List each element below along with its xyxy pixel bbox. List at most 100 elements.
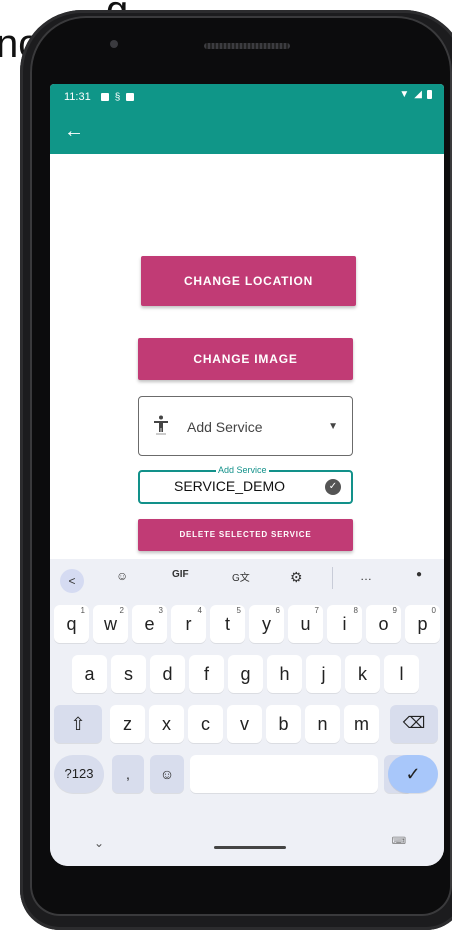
- check-circle-icon[interactable]: ✓: [325, 479, 341, 495]
- comma-key[interactable]: ,: [112, 755, 144, 793]
- key-number-hint: 0: [431, 606, 436, 615]
- key-k[interactable]: k: [345, 655, 380, 693]
- key-label: j: [321, 664, 326, 684]
- key-l[interactable]: l: [384, 655, 419, 693]
- service-name-input[interactable]: [174, 478, 314, 494]
- keyboard-back-icon[interactable]: <: [60, 569, 84, 593]
- key-number-hint: 3: [158, 606, 163, 615]
- space-key[interactable]: [190, 755, 378, 793]
- key-number-hint: 1: [80, 606, 85, 615]
- navigation-bar: ⌄ ⌨: [50, 826, 444, 866]
- notification-clipboard-icon: [126, 93, 135, 101]
- settings-gear-icon[interactable]: ⚙: [290, 569, 303, 586]
- key-n[interactable]: n: [305, 705, 340, 743]
- key-label: i: [342, 614, 347, 634]
- microphone-icon[interactable]: ●: [416, 569, 422, 580]
- key-w[interactable]: w2: [93, 605, 128, 643]
- key-label: q: [66, 614, 77, 634]
- key-label: p: [417, 614, 428, 634]
- key-label: w: [104, 614, 117, 634]
- key-label: t: [224, 614, 230, 634]
- key-v[interactable]: v: [227, 705, 262, 743]
- dropdown-arrow-icon: ▼: [328, 421, 338, 432]
- symbols-key[interactable]: ?123: [54, 755, 104, 793]
- sticker-icon[interactable]: ☺: [116, 569, 128, 583]
- key-label: o: [378, 614, 389, 634]
- system-icons: ▼ ◢: [399, 89, 432, 100]
- key-y[interactable]: y6: [249, 605, 284, 643]
- key-c[interactable]: c: [188, 705, 223, 743]
- delete-service-button[interactable]: DELETE SELECTED SERVICE: [138, 519, 353, 551]
- accessibility-icon: [153, 415, 169, 440]
- key-q[interactable]: q1: [54, 605, 89, 643]
- key-label: g: [240, 664, 251, 684]
- service-dropdown[interactable]: Add Service ▼: [138, 396, 353, 456]
- key-label: c: [201, 714, 210, 734]
- key-b[interactable]: b: [266, 705, 301, 743]
- keyboard-switch-icon[interactable]: ⌨: [392, 836, 406, 847]
- key-number-hint: 5: [236, 606, 241, 615]
- key-a[interactable]: a: [72, 655, 107, 693]
- key-x[interactable]: x: [149, 705, 184, 743]
- change-location-button[interactable]: CHANGE LOCATION: [141, 256, 356, 306]
- key-label: k: [358, 664, 367, 684]
- key-label: u: [300, 614, 311, 634]
- key-number-hint: 4: [197, 606, 202, 615]
- key-label: r: [185, 614, 192, 634]
- toolbar-divider: [332, 567, 333, 589]
- key-r[interactable]: r4: [171, 605, 206, 643]
- key-label: m: [354, 714, 369, 734]
- key-f[interactable]: f: [189, 655, 224, 693]
- key-d[interactable]: d: [150, 655, 185, 693]
- app-bar: ←: [50, 110, 444, 154]
- key-label: a: [84, 664, 95, 684]
- keyboard-toolbar: < ☺ GIF G文 ⚙ … ●: [50, 559, 444, 599]
- enter-key[interactable]: ✓: [388, 755, 438, 793]
- key-m[interactable]: m: [344, 705, 379, 743]
- battery-icon: [427, 90, 432, 99]
- status-time: 11:31: [64, 91, 91, 103]
- key-label: l: [399, 664, 404, 684]
- key-label: e: [144, 614, 155, 634]
- soft-keyboard: < ☺ GIF G文 ⚙ … ● q1w2e3r4t5y6u7i8o9p0 as…: [50, 559, 444, 866]
- service-name-field[interactable]: Add Service ✓: [138, 465, 353, 504]
- back-arrow-icon[interactable]: ←: [64, 120, 84, 142]
- notification-icons: §: [100, 92, 135, 103]
- key-number-hint: 7: [314, 606, 319, 615]
- key-i[interactable]: i8: [327, 605, 362, 643]
- key-label: f: [203, 664, 209, 684]
- key-u[interactable]: u7: [288, 605, 323, 643]
- home-gesture-bar[interactable]: [214, 846, 286, 849]
- wifi-icon: ▼: [399, 89, 410, 100]
- key-g[interactable]: g: [228, 655, 263, 693]
- key-o[interactable]: o9: [366, 605, 401, 643]
- translate-icon[interactable]: G文: [232, 569, 250, 584]
- more-icon[interactable]: …: [360, 569, 372, 583]
- backspace-key[interactable]: ⌫: [390, 705, 438, 743]
- key-label: z: [123, 714, 132, 734]
- key-t[interactable]: t5: [210, 605, 245, 643]
- key-z[interactable]: z: [110, 705, 145, 743]
- signal-icon: ◢: [414, 89, 422, 100]
- gif-icon[interactable]: GIF: [172, 569, 189, 580]
- key-e[interactable]: e3: [132, 605, 167, 643]
- key-label: b: [278, 714, 289, 734]
- front-camera-icon: [110, 40, 118, 48]
- emoji-key[interactable]: ☺: [150, 755, 184, 793]
- key-s[interactable]: s: [111, 655, 146, 693]
- key-j[interactable]: j: [306, 655, 341, 693]
- key-label: d: [162, 664, 173, 684]
- change-image-button[interactable]: CHANGE IMAGE: [138, 338, 353, 380]
- service-name-label: Add Service: [216, 465, 269, 475]
- key-label: n: [317, 714, 328, 734]
- hide-keyboard-chevron-icon[interactable]: ⌄: [94, 836, 104, 850]
- key-h[interactable]: h: [267, 655, 302, 693]
- key-label: h: [279, 664, 290, 684]
- earpiece-speaker: [204, 43, 290, 49]
- key-label: x: [162, 714, 171, 734]
- key-number-hint: 9: [392, 606, 397, 615]
- status-bar: 11:31 § ▼ ◢: [50, 84, 444, 110]
- shift-key[interactable]: ⇧: [54, 705, 102, 743]
- key-label: v: [240, 714, 249, 734]
- key-p[interactable]: p0: [405, 605, 440, 643]
